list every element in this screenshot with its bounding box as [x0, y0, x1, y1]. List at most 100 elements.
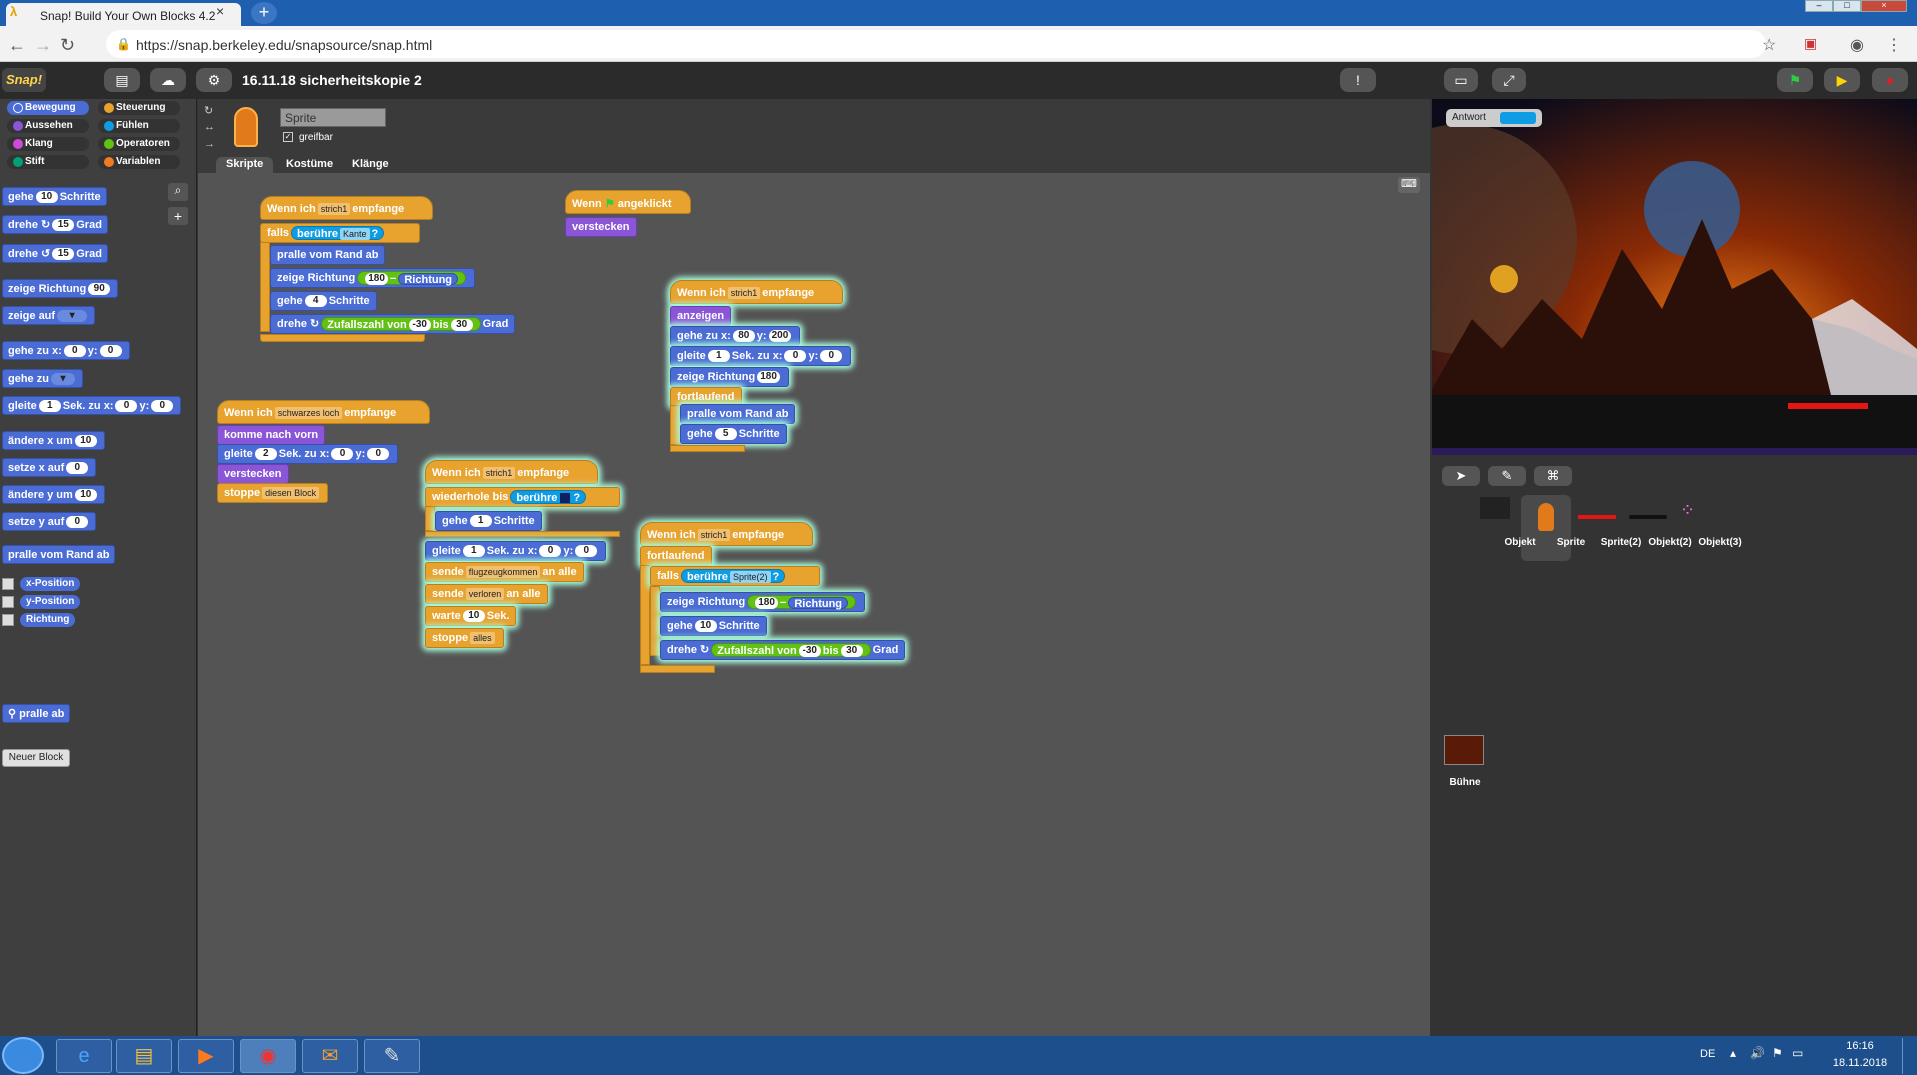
block-gehe[interactable]: gehe 10 Schritte	[660, 616, 767, 636]
block-zeige-richtung[interactable]: zeige Richtung 180− Richtung	[270, 268, 476, 288]
number-slot[interactable]: 15	[52, 248, 75, 261]
number-slot[interactable]: 0	[66, 462, 89, 475]
account-icon[interactable]: ◉	[1850, 35, 1864, 55]
category-bewegung[interactable]: Bewegung	[7, 101, 89, 115]
number-slot[interactable]: 10	[74, 489, 97, 502]
category-variablen[interactable]: Variablen	[98, 155, 180, 169]
hat-wenn-ich-empfange[interactable]: Wenn ich schwarzes loch empfange	[217, 400, 430, 424]
number-slot[interactable]: 180	[365, 273, 388, 286]
block-fortlaufend[interactable]: fortlaufend	[640, 546, 712, 566]
number-slot[interactable]: 180	[755, 597, 778, 610]
rotation-any-icon[interactable]: ↻	[204, 104, 216, 117]
hat-wenn-ich-empfange[interactable]: Wenn ich strich1 empfange	[425, 460, 598, 484]
block-gehe-zu-xy[interactable]: gehe zu x: 80 y: 200	[670, 326, 801, 346]
block-drehe[interactable]: drehe ↻ Zufallszahl von -30 bis 30 Grad	[270, 314, 516, 334]
bookmark-star-icon[interactable]: ☆	[1762, 35, 1776, 55]
block-stoppe[interactable]: stoppe alles	[425, 628, 504, 648]
snap-logo[interactable]: Snap!	[2, 68, 46, 92]
number-slot[interactable]: 0	[367, 448, 390, 461]
operator-minus[interactable]: 180− Richtung	[747, 595, 857, 610]
operator-zufallszahl[interactable]: Zufallszahl von -30 bis 30	[321, 317, 481, 332]
message-dropdown[interactable]: schwarzes loch	[274, 407, 343, 420]
block-aendere-x[interactable]: ändere x um 10	[2, 431, 105, 450]
block-gleite[interactable]: gleite 1 Sek. zu x: 0 y: 0	[2, 396, 182, 415]
green-flag-icon[interactable]: ⚑	[1777, 68, 1813, 92]
url-input[interactable]: https://snap.berkeley.edu/snapsource/sna…	[106, 30, 1766, 58]
clock-date[interactable]: 18.11.2018	[1826, 1057, 1894, 1069]
hat-wenn-ich-empfange[interactable]: Wenn ich strich1 empfange	[260, 196, 433, 220]
number-slot[interactable]: 10	[462, 610, 485, 623]
stop-option-dropdown[interactable]: alles	[470, 632, 495, 645]
new-tab-button[interactable]: +	[251, 2, 277, 24]
number-slot[interactable]: 0	[66, 516, 89, 529]
close-window-icon[interactable]: ×	[1861, 0, 1907, 12]
operator-zufallszahl[interactable]: Zufallszahl von -30 bis 30	[711, 643, 871, 658]
sprite-name-input[interactable]: Sprite	[280, 108, 386, 127]
extension-icon[interactable]: ▣	[1804, 35, 1817, 52]
cloud-icon[interactable]: ☁	[150, 68, 186, 92]
menu-icon[interactable]: ⋮	[1886, 35, 1902, 55]
stop-icon[interactable]: ●	[1872, 68, 1908, 92]
stop-option-dropdown[interactable]: diesen Block	[262, 487, 320, 500]
watcher-antwort[interactable]: Antwort	[1446, 109, 1542, 127]
media-player-icon[interactable]: ▶	[178, 1039, 234, 1073]
block-drehe-rechts[interactable]: drehe ↻ 15 Grad	[2, 215, 108, 234]
watcher-checkbox-richtung[interactable]	[2, 614, 14, 626]
category-stift[interactable]: Stift	[7, 155, 89, 169]
file-menu-icon[interactable]: ▤	[104, 68, 140, 92]
reporter-richtung[interactable]: Richtung	[788, 597, 849, 610]
number-slot[interactable]: 0	[820, 350, 843, 363]
block-drehe-links[interactable]: drehe ↺ 15 Grad	[2, 244, 108, 263]
block-gehe[interactable]: gehe 5 Schritte	[680, 424, 787, 444]
number-slot[interactable]: 0	[99, 345, 122, 358]
tab-close-icon[interactable]: ×	[216, 3, 224, 19]
chrome-icon[interactable]: ◉	[240, 1039, 296, 1073]
hat-wenn-ich-empfange[interactable]: Wenn ich strich1 empfange	[640, 522, 813, 546]
block-gehe[interactable]: gehe 1 Schritte	[435, 511, 542, 531]
direction-slot[interactable]: 90	[88, 283, 111, 296]
number-slot[interactable]: 10	[694, 620, 717, 633]
watcher-checkbox-x[interactable]	[2, 578, 14, 590]
color-swatch[interactable]	[560, 493, 571, 504]
block-zeige-auf[interactable]: zeige auf ▾	[2, 306, 96, 325]
message-dropdown[interactable]: flugzeugkommen	[465, 566, 541, 579]
internet-explorer-icon[interactable]: e	[56, 1039, 112, 1073]
number-slot[interactable]: 0	[784, 350, 807, 363]
block-gleite[interactable]: gleite 1 Sek. zu x: 0 y: 0	[670, 346, 852, 366]
number-slot[interactable]: 30	[840, 645, 863, 658]
block-setze-y[interactable]: setze y auf 0	[2, 512, 97, 531]
category-operatoren[interactable]: Operatoren	[98, 137, 180, 151]
number-slot[interactable]: 1	[38, 400, 61, 413]
message-dropdown[interactable]: strich1	[697, 529, 731, 542]
category-steuerung[interactable]: Steuerung	[98, 101, 180, 115]
predicate-beruehre[interactable]: berühre?	[510, 490, 587, 505]
draggable-checkbox[interactable]: ✓	[283, 132, 293, 142]
tab-skripte[interactable]: Skripte	[216, 157, 274, 173]
number-slot[interactable]: 0	[331, 448, 354, 461]
number-slot[interactable]: 2	[254, 448, 277, 461]
hat-wenn-ich-empfange[interactable]: Wenn ich strich1 empfange	[670, 280, 843, 304]
number-slot[interactable]: 0	[115, 400, 138, 413]
network-icon[interactable]: ▭	[1792, 1046, 1803, 1060]
number-slot[interactable]: 1	[469, 515, 492, 528]
show-desktop-button[interactable]	[1902, 1038, 1916, 1074]
number-slot[interactable]: 80	[732, 330, 755, 343]
block-gleite[interactable]: gleite 1 Sek. zu x: 0 y: 0	[425, 541, 607, 561]
dropdown-slot[interactable]: ▾	[50, 373, 75, 386]
block-sende-an-alle[interactable]: sende verloren an alle	[425, 584, 548, 604]
number-slot[interactable]: 4	[304, 295, 327, 308]
block-pralle[interactable]: pralle vom Rand ab	[270, 245, 386, 265]
normal-stage-icon[interactable]: ▭	[1444, 68, 1478, 92]
object-dropdown[interactable]: Sprite(2)	[729, 571, 771, 584]
category-klang[interactable]: Klang	[7, 137, 89, 151]
block-gehe-schritte[interactable]: gehe 10 Schritte	[2, 187, 107, 206]
custom-block-pralle-ab[interactable]: ⚲ pralle ab	[2, 704, 71, 723]
rotation-none-icon[interactable]: →	[204, 138, 216, 150]
object-dropdown[interactable]: Kante	[339, 228, 370, 241]
paint-brush-icon[interactable]: ✎	[1488, 466, 1526, 486]
block-wiederhole-bis[interactable]: wiederhole bis berühre?	[425, 487, 620, 507]
rotation-flip-icon[interactable]: ↔	[204, 121, 216, 133]
message-dropdown[interactable]: strich1	[727, 287, 761, 300]
number-slot[interactable]: 10	[35, 191, 58, 204]
block-anzeigen[interactable]: anzeigen	[670, 306, 732, 326]
